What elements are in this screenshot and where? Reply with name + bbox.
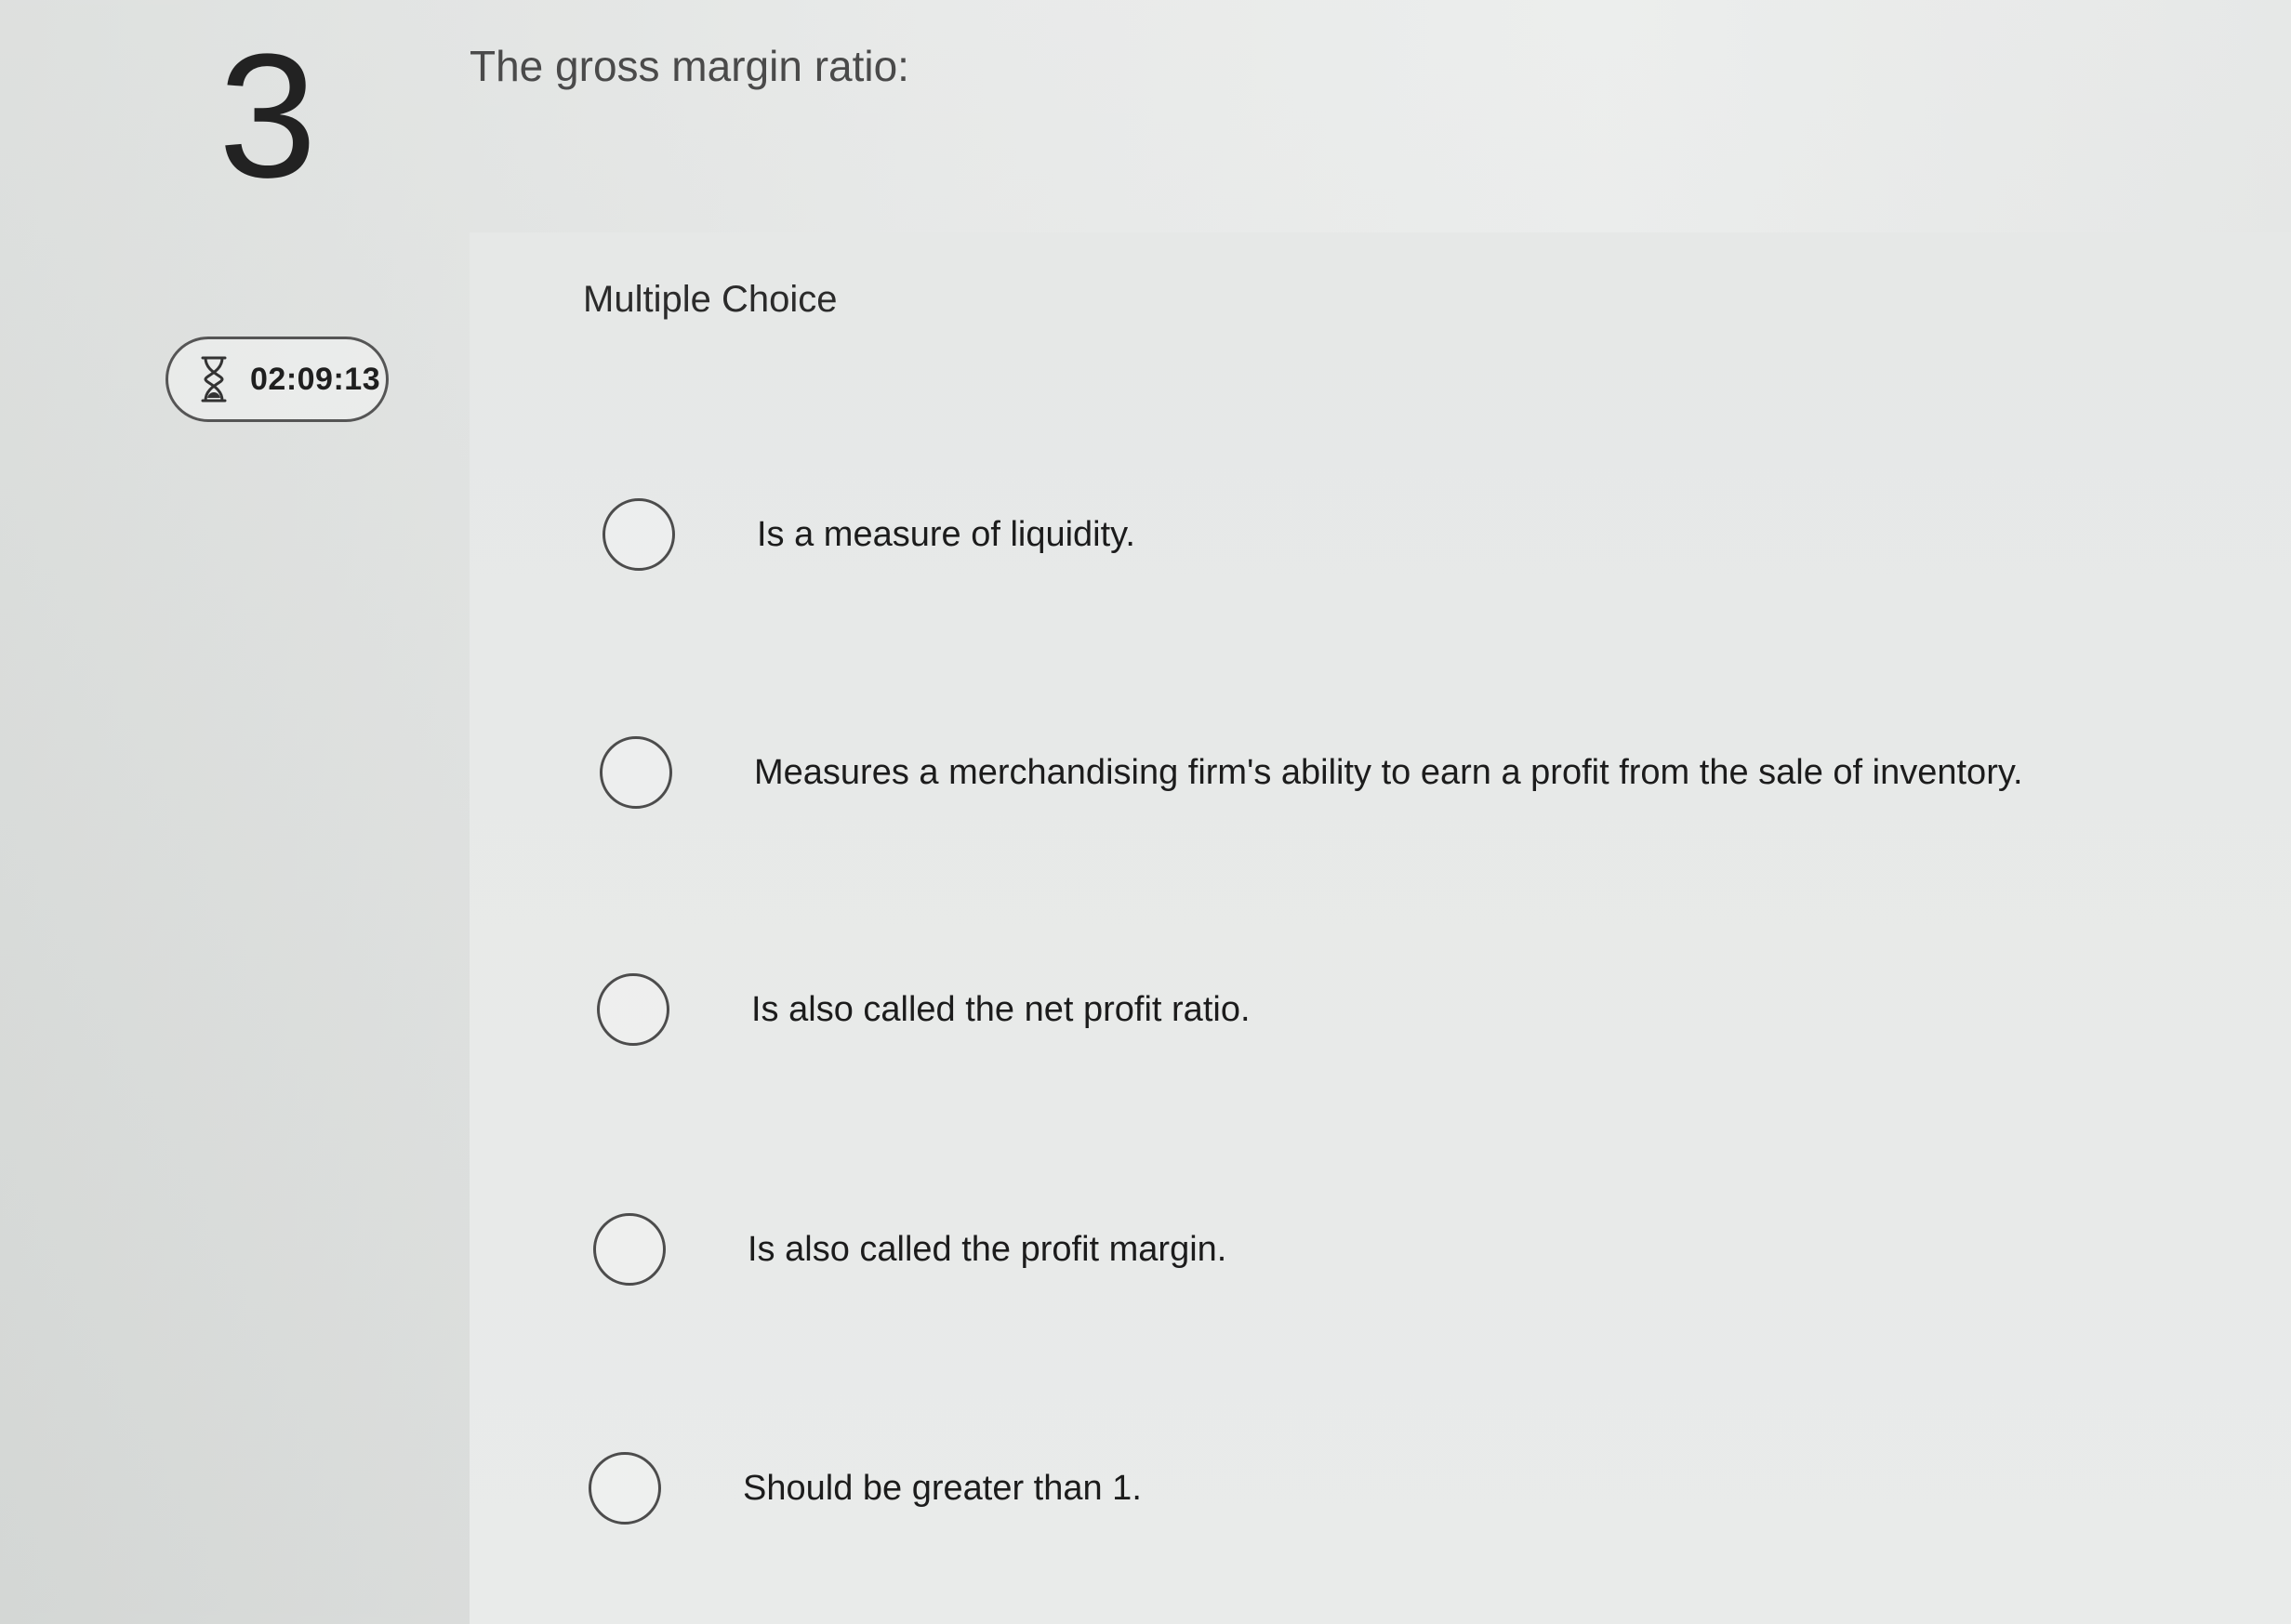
- answer-option-2[interactable]: Measures a merchandising firm's ability …: [600, 736, 2023, 809]
- answer-option-label: Measures a merchandising firm's ability …: [754, 752, 2023, 792]
- radio-button[interactable]: [589, 1452, 661, 1525]
- answer-option-label: Is also called the net profit ratio.: [751, 989, 1251, 1029]
- radio-button[interactable]: [593, 1213, 666, 1286]
- timer-value: 02:09:13: [250, 361, 381, 397]
- answer-option-label: Should be greater than 1.: [743, 1468, 1142, 1508]
- radio-button[interactable]: [603, 498, 675, 571]
- answer-option-label: Is also called the profit margin.: [748, 1229, 1227, 1269]
- timer-badge[interactable]: 02:09:13: [166, 337, 389, 422]
- radio-button[interactable]: [600, 736, 672, 809]
- question-number: 3: [219, 18, 317, 215]
- question-stem: The gross margin ratio:: [470, 42, 909, 90]
- question-type-label: Multiple Choice: [583, 279, 838, 320]
- hourglass-icon: [198, 355, 230, 403]
- answer-option-label: Is a measure of liquidity.: [757, 514, 1135, 554]
- answer-option-1[interactable]: Is a measure of liquidity.: [603, 498, 1135, 571]
- radio-button[interactable]: [597, 973, 669, 1046]
- question-sidebar: 3 02:09:13: [0, 0, 465, 1624]
- answer-option-5[interactable]: Should be greater than 1.: [589, 1452, 1142, 1525]
- answer-panel: Multiple Choice Is a measure of liquidit…: [470, 232, 2291, 1624]
- answer-option-3[interactable]: Is also called the net profit ratio.: [597, 973, 1251, 1046]
- answer-option-4[interactable]: Is also called the profit margin.: [593, 1213, 1226, 1286]
